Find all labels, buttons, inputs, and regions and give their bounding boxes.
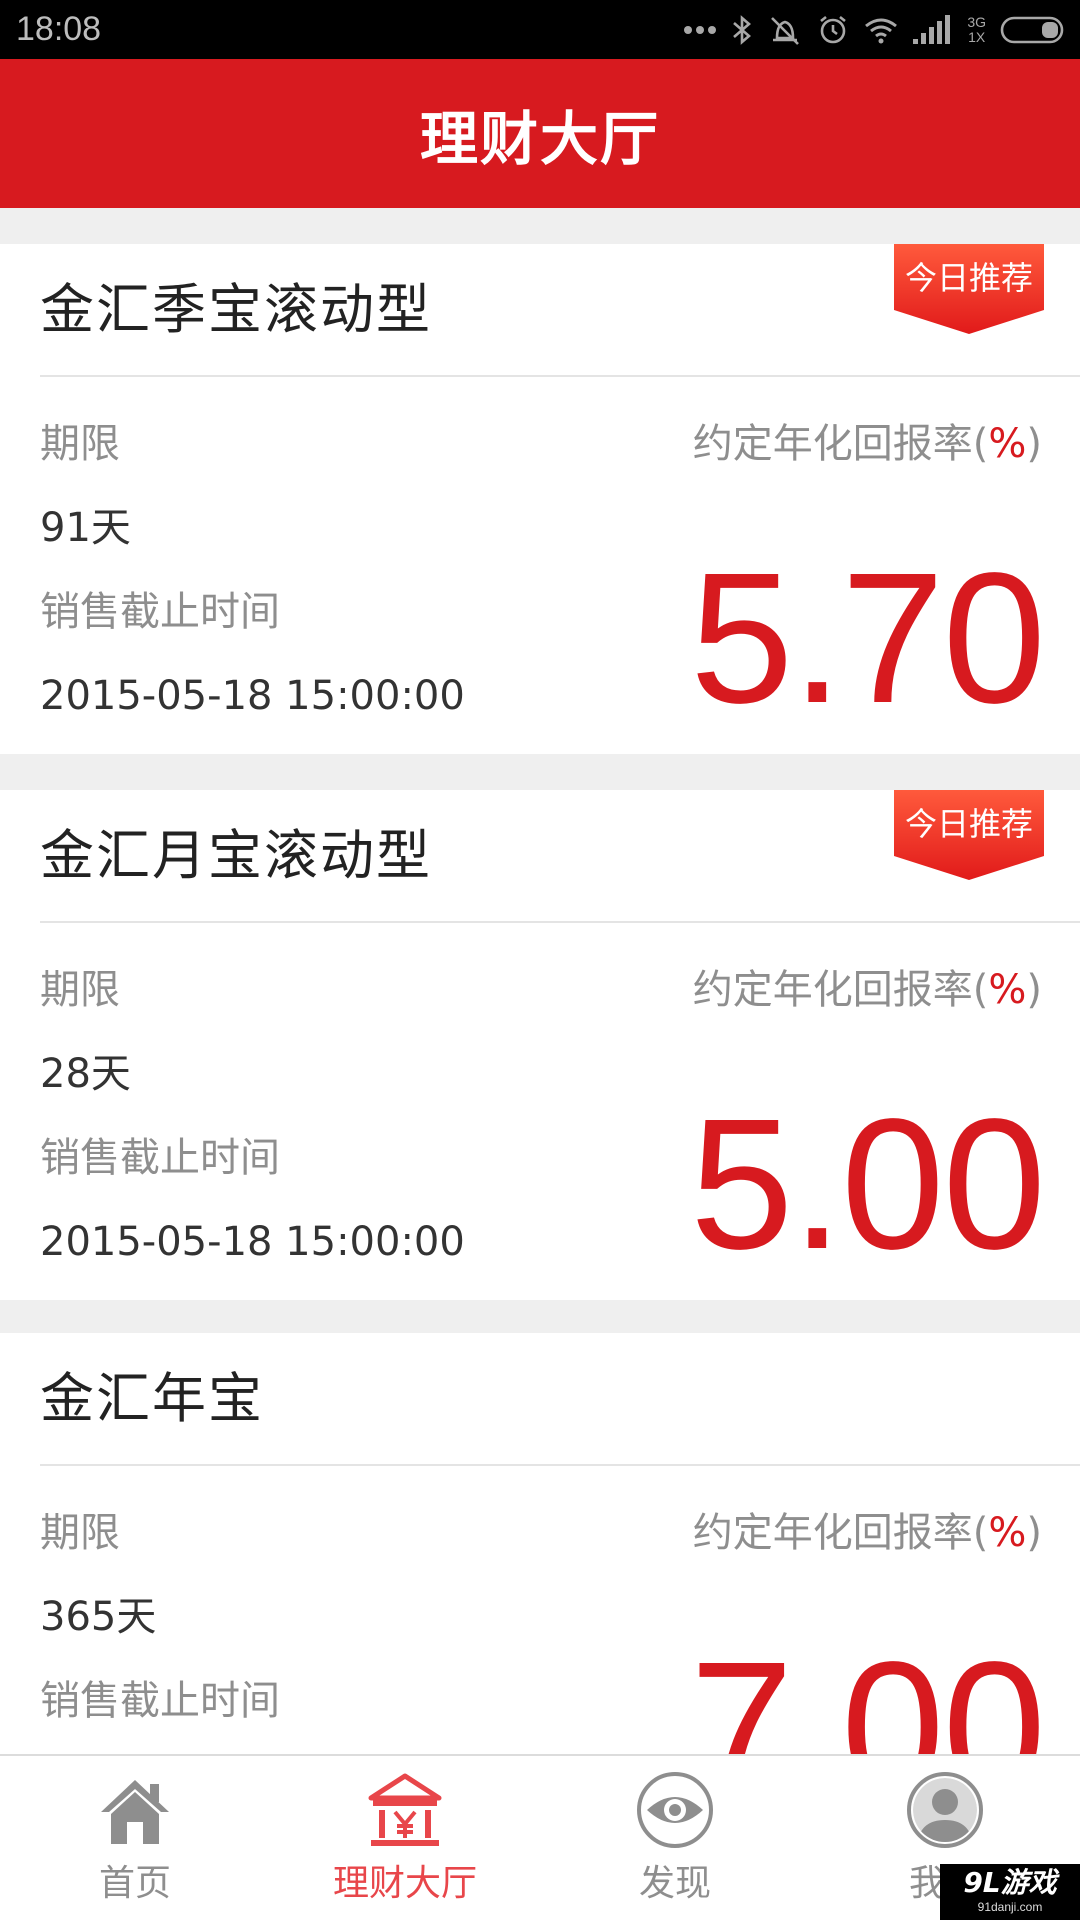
product-name: 金汇年宝 bbox=[40, 1367, 264, 1430]
deadline-label: 销售截止时间 bbox=[40, 1135, 280, 1181]
recommend-badge: 今日推荐 bbox=[894, 790, 1044, 880]
badge-label: 今日推荐 bbox=[904, 805, 1033, 843]
term-label: 期限 bbox=[40, 967, 120, 1013]
status-time: 18:08 bbox=[16, 10, 102, 48]
term-value: 28天 bbox=[40, 1051, 131, 1097]
tab-label: 理财大厅 bbox=[332, 1863, 477, 1904]
product-list[interactable]: 金汇季宝滚动型 今日推荐 期限 91天 销售截止时间 2015-05-18 15… bbox=[0, 208, 1080, 1754]
product-name: 金汇季宝滚动型 bbox=[40, 278, 432, 341]
rate-label: 约定年化回报率(%) bbox=[692, 421, 1042, 467]
site-watermark: 9L游戏 91danji.com bbox=[940, 1864, 1080, 1920]
tab-label: 首页 bbox=[98, 1863, 171, 1904]
bluetooth-icon bbox=[733, 15, 752, 45]
card-divider bbox=[40, 1464, 1080, 1466]
tab-finance-hall[interactable]: 理财大厅 bbox=[270, 1756, 540, 1920]
card-divider bbox=[40, 375, 1080, 377]
vibrate-off-icon bbox=[771, 17, 800, 45]
term-label: 期限 bbox=[40, 1510, 120, 1556]
term-label: 期限 bbox=[40, 421, 120, 467]
deadline-label: 销售截止时间 bbox=[40, 589, 280, 635]
tab-discover[interactable]: 发现 bbox=[540, 1756, 810, 1920]
deadline-label: 销售截止时间 bbox=[40, 1678, 280, 1724]
rate-value: 5.70 bbox=[689, 535, 1046, 742]
recommend-badge: 今日推荐 bbox=[894, 244, 1044, 334]
deadline-value: 2015-05-18 15:00:00 bbox=[40, 1219, 465, 1265]
page-title: 理财大厅 bbox=[419, 104, 660, 173]
product-card[interactable]: 金汇月宝滚动型 今日推荐 期限 28天 销售截止时间 2015-05-18 15… bbox=[0, 790, 1080, 1300]
user-icon bbox=[907, 1772, 983, 1848]
network-type: 3G 1X bbox=[967, 14, 986, 45]
term-value: 365天 bbox=[40, 1594, 157, 1640]
bank-icon bbox=[368, 1773, 442, 1846]
alarm-icon bbox=[820, 15, 847, 44]
eye-icon bbox=[637, 1772, 713, 1848]
battery-icon bbox=[1000, 16, 1064, 44]
rate-label: 约定年化回报率(%) bbox=[692, 1510, 1042, 1556]
deadline-value: 2015-05-18 15:00:00 bbox=[40, 673, 465, 719]
rate-value: 5.00 bbox=[689, 1081, 1046, 1288]
product-name: 金汇月宝滚动型 bbox=[40, 824, 432, 887]
tab-label: 发现 bbox=[638, 1863, 711, 1904]
status-bar: 18:08 3G 1X bbox=[0, 0, 1080, 59]
card-divider bbox=[40, 921, 1080, 923]
term-value: 91天 bbox=[40, 505, 131, 551]
home-icon bbox=[101, 1780, 169, 1844]
title-bar: 理财大厅 bbox=[0, 59, 1080, 208]
badge-label: 今日推荐 bbox=[904, 259, 1033, 297]
signal-icon bbox=[913, 15, 951, 44]
rate-value: 7.00 bbox=[689, 1624, 1046, 1755]
wifi-icon bbox=[865, 18, 898, 44]
status-icons: 3G 1X bbox=[683, 10, 1066, 50]
product-card[interactable]: 金汇年宝 期限 365天 销售截止时间 约定年化回报率(%) 7.00 bbox=[0, 1333, 1080, 1754]
bottom-tab-bar: 首页 理财大厅 发现 我 bbox=[0, 1754, 1080, 1920]
product-card[interactable]: 金汇季宝滚动型 今日推荐 期限 91天 销售截止时间 2015-05-18 15… bbox=[0, 244, 1080, 754]
tab-home[interactable]: 首页 bbox=[0, 1756, 270, 1920]
rate-label: 约定年化回报率(%) bbox=[692, 967, 1042, 1013]
more-dots-icon bbox=[684, 26, 717, 34]
